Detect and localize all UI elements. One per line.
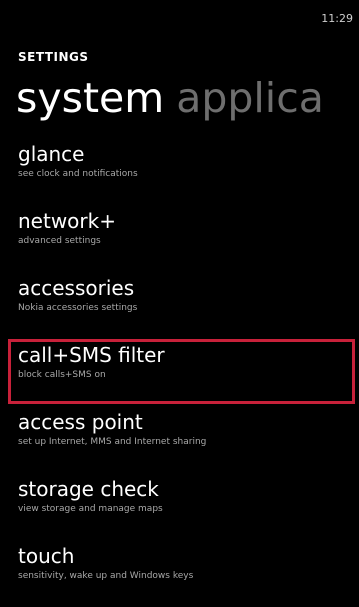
pivot-header: system applica bbox=[16, 72, 359, 124]
app-title: SETTINGS bbox=[18, 50, 89, 64]
settings-item-title: call+SMS filter bbox=[18, 343, 165, 367]
status-bar: 11:29 bbox=[0, 0, 359, 28]
settings-item-network[interactable]: network+ advanced settings bbox=[0, 205, 359, 272]
settings-item-access-point[interactable]: access point set up Internet, MMS and In… bbox=[0, 406, 359, 473]
settings-item-accessories[interactable]: accessories Nokia accessories settings bbox=[0, 272, 359, 339]
settings-item-title: storage check bbox=[18, 477, 159, 501]
settings-item-storage-check[interactable]: storage check view storage and manage ma… bbox=[0, 473, 359, 540]
settings-item-subtitle: block calls+SMS on bbox=[18, 370, 106, 380]
pivot-item-applications[interactable]: applica bbox=[176, 74, 324, 122]
settings-item-touch[interactable]: touch sensitivity, wake up and Windows k… bbox=[0, 540, 359, 607]
settings-item-title: network+ bbox=[18, 209, 116, 233]
status-clock: 11:29 bbox=[321, 12, 353, 25]
settings-item-subtitle: advanced settings bbox=[18, 236, 101, 246]
settings-item-title: accessories bbox=[18, 276, 135, 300]
settings-item-title: access point bbox=[18, 410, 143, 434]
settings-item-subtitle: see clock and notifications bbox=[18, 169, 138, 179]
settings-item-subtitle: Nokia accessories settings bbox=[18, 303, 138, 313]
settings-list: glance see clock and notifications netwo… bbox=[0, 138, 359, 607]
settings-item-subtitle: set up Internet, MMS and Internet sharin… bbox=[18, 437, 207, 447]
settings-item-title: glance bbox=[18, 142, 85, 166]
settings-item-call-sms-filter[interactable]: call+SMS filter block calls+SMS on bbox=[0, 339, 359, 406]
settings-item-subtitle: view storage and manage maps bbox=[18, 504, 163, 514]
settings-item-title: touch bbox=[18, 544, 75, 568]
settings-item-subtitle: sensitivity, wake up and Windows keys bbox=[18, 571, 194, 581]
pivot-item-system[interactable]: system bbox=[16, 74, 164, 122]
settings-item-glance[interactable]: glance see clock and notifications bbox=[0, 138, 359, 205]
